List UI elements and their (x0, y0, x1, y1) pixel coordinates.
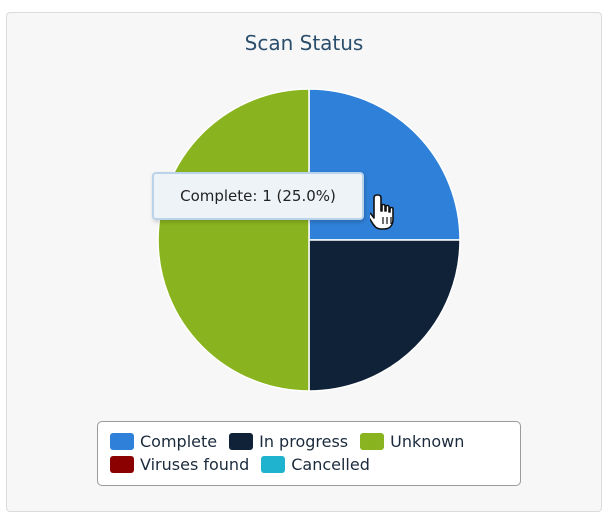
legend-label-in-progress: In progress (259, 432, 349, 451)
legend-row-1: Complete In progress Unknown (110, 430, 520, 453)
legend-label-viruses-found: Viruses found (140, 455, 250, 474)
slice-tooltip: Complete: 1 (25.0%) (152, 172, 364, 220)
chart-legend: Complete In progress Unknown Viruses fou… (97, 421, 521, 486)
legend-swatch-viruses-found (110, 456, 134, 473)
legend-swatch-complete (110, 433, 134, 450)
legend-item-complete[interactable]: Complete (110, 432, 217, 451)
legend-swatch-cancelled (261, 456, 286, 473)
legend-item-in-progress[interactable]: In progress (229, 432, 348, 451)
legend-swatch-unknown (360, 433, 385, 450)
legend-label-unknown: Unknown (390, 432, 465, 451)
hand-pointer-icon (370, 194, 394, 230)
legend-row-2: Viruses found Cancelled (110, 453, 520, 476)
legend-label-complete: Complete (140, 432, 218, 451)
legend-item-unknown[interactable]: Unknown (360, 432, 464, 451)
legend-label-cancelled: Cancelled (291, 455, 370, 474)
legend-item-viruses-found[interactable]: Viruses found (110, 455, 249, 474)
pie-slice-in-progress[interactable] (308, 239, 461, 392)
legend-item-cancelled[interactable]: Cancelled (261, 455, 370, 474)
pie-slice-unknown[interactable] (157, 88, 310, 392)
legend-swatch-in-progress (229, 433, 254, 450)
